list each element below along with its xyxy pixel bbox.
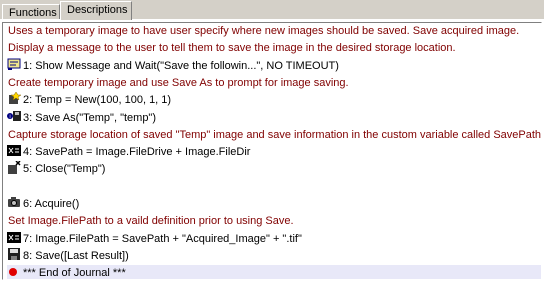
new-image-icon bbox=[7, 92, 21, 105]
step-text: 8: Save([Last Result]) bbox=[23, 249, 129, 262]
step-text: 3: Save As("Temp", "temp") bbox=[23, 111, 156, 124]
step-text: 2: Temp = New(100, 100, 1, 1) bbox=[23, 94, 172, 107]
comment-text: Capture storage location of saved "Temp"… bbox=[8, 128, 542, 141]
comment-row[interactable]: Create temporary image and use Save As t… bbox=[8, 75, 541, 92]
end-dot-icon bbox=[7, 265, 21, 278]
step-row[interactable]: 7: Image.FilePath = SavePath + "Acquired… bbox=[7, 231, 541, 248]
step-row[interactable]: 2: Temp = New(100, 100, 1, 1) bbox=[7, 92, 541, 109]
comment-text: Display a message to the user to tell th… bbox=[8, 42, 456, 55]
tab-strip: Functions Descriptions bbox=[0, 0, 544, 20]
step-row[interactable]: 8: Save([Last Result]) bbox=[7, 247, 541, 265]
comment-row[interactable]: Set Image.FilePath to a vaild definition… bbox=[8, 213, 541, 230]
step-text: 4: SavePath = Image.FileDrive + Image.Fi… bbox=[23, 146, 251, 159]
message-icon bbox=[7, 58, 21, 71]
step-text: *** End of Journal *** bbox=[23, 267, 126, 280]
step-row[interactable]: 4: SavePath = Image.FileDrive + Image.Fi… bbox=[7, 144, 541, 161]
step-row[interactable]: i 3: Save As("Temp", "temp") bbox=[7, 110, 541, 127]
step-row[interactable]: 1: Show Message and Wait("Save the follo… bbox=[7, 58, 541, 75]
tab-descriptions[interactable]: Descriptions bbox=[60, 1, 132, 20]
step-text: 5: Close("Temp") bbox=[23, 163, 106, 176]
blank-row[interactable] bbox=[7, 179, 541, 196]
end-of-journal-row[interactable]: *** End of Journal *** bbox=[7, 265, 541, 280]
variable-icon bbox=[7, 231, 21, 244]
svg-text:i: i bbox=[9, 114, 10, 120]
comment-text: Set Image.FilePath to a vaild definition… bbox=[8, 215, 294, 228]
step-row[interactable]: 6: Acquire() bbox=[7, 196, 541, 213]
comment-text: Uses a temporary image to have user spec… bbox=[8, 25, 520, 37]
comment-row[interactable]: Uses a temporary image to have user spec… bbox=[8, 23, 541, 40]
tab-functions[interactable]: Functions bbox=[2, 4, 60, 19]
step-text: 7: Image.FilePath = SavePath + "Acquired… bbox=[23, 232, 302, 245]
step-text: 1: Show Message and Wait("Save the follo… bbox=[23, 59, 339, 72]
step-row[interactable]: 5: Close("Temp") bbox=[7, 161, 541, 178]
variable-icon bbox=[7, 144, 21, 157]
comment-row[interactable]: Capture storage location of saved "Temp"… bbox=[8, 127, 541, 144]
close-image-icon bbox=[7, 161, 21, 175]
camera-icon bbox=[7, 196, 21, 209]
journal-list[interactable]: Uses a temporary image to have user spec… bbox=[2, 22, 542, 280]
save-icon bbox=[7, 247, 21, 261]
comment-text: Create temporary image and use Save As t… bbox=[8, 76, 349, 89]
descriptions-panel: Uses a temporary image to have user spec… bbox=[0, 19, 544, 282]
save-as-icon: i bbox=[7, 110, 21, 123]
step-text: 6: Acquire() bbox=[23, 198, 80, 210]
comment-row[interactable]: Display a message to the user to tell th… bbox=[8, 40, 541, 57]
